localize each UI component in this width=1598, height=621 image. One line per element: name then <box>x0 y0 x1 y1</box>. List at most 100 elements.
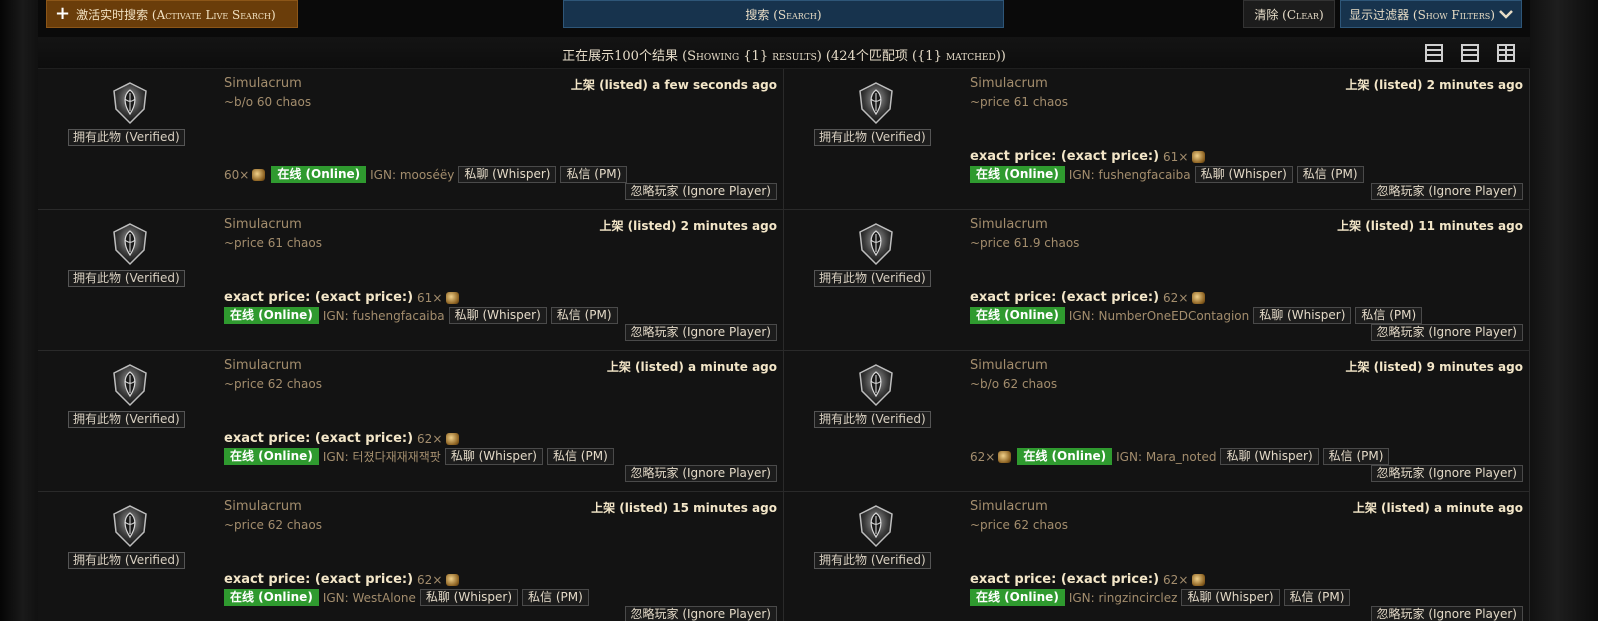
simulacrum-icon[interactable] <box>856 81 896 125</box>
price-note: ~b/o 60 chaos <box>224 95 312 109</box>
seller-ign: IGN: fushengfacaiba <box>322 308 445 323</box>
simulacrum-icon[interactable] <box>856 222 896 266</box>
price-note: ~price 62 chaos <box>224 377 322 391</box>
chevron-down-icon <box>1499 10 1513 19</box>
results-count-text: 正在展示100个结果 (Showing {1} results) (424个匹配… <box>562 49 1006 64</box>
search-button[interactable]: 搜索 (Search) <box>563 0 1004 28</box>
seller-row: 在线 (Online) IGN: fushengfacaiba 私聊 (Whis… <box>224 307 618 324</box>
whisper-button[interactable]: 私聊 (Whisper) <box>448 307 547 324</box>
ignore-player-button[interactable]: 忽略玩家 (Ignore Player) <box>1370 324 1523 341</box>
pm-button[interactable]: 私信 (PM) <box>522 589 589 606</box>
exact-price: exact price: (exact price:) 62× <box>970 572 1206 587</box>
seller-ign: IGN: Mara_noted <box>1116 449 1217 464</box>
seller-ign: IGN: WestAlone <box>322 590 416 605</box>
whisper-button[interactable]: 私聊 (Whisper) <box>1220 448 1319 465</box>
listed-time: 上架 (listed) 15 minutes ago <box>591 501 777 515</box>
whisper-button[interactable]: 私聊 (Whisper) <box>458 166 557 183</box>
online-status-badge: 在线 (Online) <box>271 166 367 183</box>
pm-button[interactable]: 私信 (PM) <box>550 307 618 324</box>
verified-badge: 拥有此物 (Verified) <box>814 129 931 146</box>
exact-price-amount: 62× <box>417 572 443 587</box>
result-card: 拥有此物 (Verified) Simulacrum ~b/o 62 chaos… <box>784 351 1530 492</box>
result-card: 拥有此物 (Verified) Simulacrum ~price 62 cha… <box>38 351 784 492</box>
chaos-orb-icon <box>1192 573 1206 586</box>
chaos-orb-icon <box>446 573 460 586</box>
ignore-player-button[interactable]: 忽略玩家 (Ignore Player) <box>1370 465 1523 482</box>
simulacrum-icon[interactable] <box>110 222 150 266</box>
right-background <box>1530 0 1598 621</box>
layout-list-icon[interactable] <box>1461 44 1479 62</box>
plus-icon: + <box>55 3 71 24</box>
listed-time: 上架 (listed) 2 minutes ago <box>599 219 777 233</box>
item-name[interactable]: Simulacrum <box>224 217 302 232</box>
ignore-player-button[interactable]: 忽略玩家 (Ignore Player) <box>1370 183 1523 200</box>
results-header: 正在展示100个结果 (Showing {1} results) (424个匹配… <box>38 37 1530 69</box>
item-name[interactable]: Simulacrum <box>970 217 1048 232</box>
ignore-player-button[interactable]: 忽略玩家 (Ignore Player) <box>624 183 777 200</box>
seller-ign: IGN: fushengfacaiba <box>1068 167 1191 182</box>
seller-row: 60× 在线 (Online) IGN: mooséëy 私聊 (Whisper… <box>224 166 628 183</box>
item-name[interactable]: Simulacrum <box>970 76 1048 91</box>
price-note: ~price 62 chaos <box>224 518 322 532</box>
verified-badge: 拥有此物 (Verified) <box>68 129 185 146</box>
price-note: ~price 61 chaos <box>224 236 322 250</box>
layout-compact-icon[interactable] <box>1425 44 1443 62</box>
result-card: 拥有此物 (Verified) Simulacrum ~price 62 cha… <box>784 492 1530 621</box>
result-card: 拥有此物 (Verified) Simulacrum ~price 61.9 c… <box>784 210 1530 351</box>
chaos-orb-icon <box>252 168 266 181</box>
online-status-badge: 在线 (Online) <box>224 589 319 606</box>
inline-price-amount: 60× <box>224 167 250 182</box>
clear-button[interactable]: 清除 (Clear) <box>1243 0 1335 28</box>
chaos-orb-icon <box>1192 150 1206 163</box>
left-background <box>0 0 38 621</box>
whisper-button[interactable]: 私聊 (Whisper) <box>1181 589 1280 606</box>
result-card: 拥有此物 (Verified) Simulacrum ~price 61 cha… <box>784 69 1530 210</box>
live-search-label: 激活实时搜索 (Activate Live Search) <box>76 7 276 22</box>
item-name[interactable]: Simulacrum <box>224 358 302 373</box>
show-filters-button[interactable]: 显示过滤器 (Show Filters) <box>1340 0 1522 28</box>
simulacrum-icon[interactable] <box>110 504 150 548</box>
exact-price: exact price: (exact price:) 62× <box>224 572 460 587</box>
whisper-button[interactable]: 私聊 (Whisper) <box>1253 307 1352 324</box>
layout-grid-icon[interactable] <box>1497 44 1515 62</box>
results-grid: 拥有此物 (Verified) Simulacrum ~b/o 60 chaos… <box>38 69 1530 621</box>
pm-button[interactable]: 私信 (PM) <box>546 448 614 465</box>
whisper-button[interactable]: 私聊 (Whisper) <box>444 448 543 465</box>
pm-button[interactable]: 私信 (PM) <box>560 166 628 183</box>
exact-price: exact price: (exact price:) 61× <box>970 149 1206 164</box>
verified-badge: 拥有此物 (Verified) <box>68 411 185 428</box>
chaos-orb-icon <box>1192 291 1206 304</box>
pm-button[interactable]: 私信 (PM) <box>1322 448 1390 465</box>
ignore-player-button[interactable]: 忽略玩家 (Ignore Player) <box>1370 606 1523 621</box>
inline-price: 62× <box>970 450 1012 464</box>
simulacrum-icon[interactable] <box>110 81 150 125</box>
simulacrum-icon[interactable] <box>110 363 150 407</box>
item-name[interactable]: Simulacrum <box>970 499 1048 514</box>
ignore-player-button[interactable]: 忽略玩家 (Ignore Player) <box>624 324 777 341</box>
item-name[interactable]: Simulacrum <box>224 499 302 514</box>
activate-live-search-button[interactable]: + 激活实时搜索 (Activate Live Search) <box>46 0 298 28</box>
whisper-button[interactable]: 私聊 (Whisper) <box>419 589 519 606</box>
inline-price: 60× <box>224 167 266 182</box>
result-card: 拥有此物 (Verified) Simulacrum ~price 61 cha… <box>38 210 784 351</box>
exact-price-amount: 61× <box>1163 149 1189 164</box>
chaos-orb-icon <box>998 450 1012 463</box>
simulacrum-icon[interactable] <box>856 504 896 548</box>
exact-price-label: exact price: (exact price:) <box>224 572 414 587</box>
verified-badge: 拥有此物 (Verified) <box>68 552 185 569</box>
verified-badge: 拥有此物 (Verified) <box>68 270 185 287</box>
pm-button[interactable]: 私信 (PM) <box>1355 307 1423 324</box>
whisper-button[interactable]: 私聊 (Whisper) <box>1194 166 1293 183</box>
pm-button[interactable]: 私信 (PM) <box>1283 589 1351 606</box>
seller-row: 在线 (Online) IGN: 터졌다재재재잭팟 私聊 (Whisper) 私… <box>224 448 614 465</box>
simulacrum-icon[interactable] <box>856 363 896 407</box>
item-name[interactable]: Simulacrum <box>224 76 302 91</box>
ignore-player-button[interactable]: 忽略玩家 (Ignore Player) <box>624 606 777 621</box>
online-status-badge: 在线 (Online) <box>1017 448 1113 465</box>
exact-price-label: exact price: (exact price:) <box>970 149 1160 164</box>
pm-button[interactable]: 私信 (PM) <box>1296 166 1364 183</box>
item-name[interactable]: Simulacrum <box>970 358 1048 373</box>
seller-row: 在线 (Online) IGN: NumberOneEDContagion 私聊… <box>970 307 1423 324</box>
ignore-player-button[interactable]: 忽略玩家 (Ignore Player) <box>624 465 777 482</box>
result-card: 拥有此物 (Verified) Simulacrum ~price 62 cha… <box>38 492 784 621</box>
